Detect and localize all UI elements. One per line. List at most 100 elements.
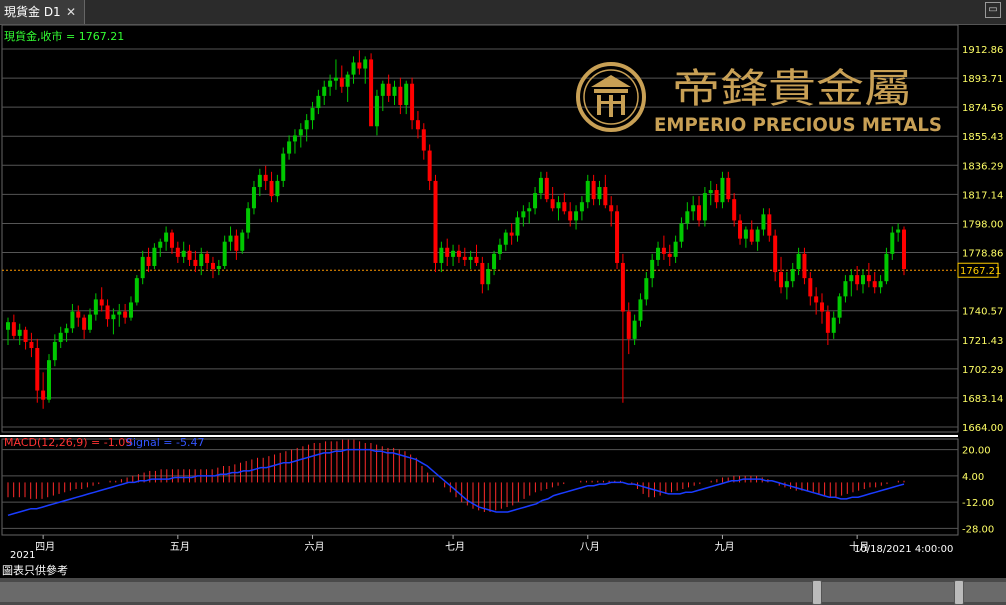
macd-y-tick-label: -28.00	[962, 524, 994, 535]
tab-bar: 現貨金 D1 ✕ ▭	[0, 0, 1006, 25]
tab-chart[interactable]: 現貨金 D1 ✕	[0, 0, 85, 24]
candle-body	[714, 190, 719, 203]
candle-body	[626, 311, 631, 339]
candle-body	[52, 341, 57, 361]
candle-body	[451, 250, 456, 257]
candle-body	[486, 269, 491, 285]
candle-body	[257, 174, 262, 188]
candle-body	[831, 317, 836, 333]
candle-body	[697, 205, 702, 221]
candle-body	[609, 205, 614, 212]
candle-body	[205, 253, 210, 263]
candle-body	[644, 278, 649, 300]
candle-body	[456, 250, 461, 257]
candle-body	[620, 262, 625, 312]
logo-cn: 帝鋒貴金屬	[672, 66, 912, 112]
candle-body	[345, 74, 350, 87]
candle-body	[11, 322, 16, 336]
candle-body	[287, 141, 292, 154]
candle-body	[433, 180, 438, 263]
candle-body	[556, 202, 561, 209]
candle-body	[70, 311, 75, 329]
candle-body	[310, 108, 315, 121]
scrollbar-track[interactable]	[0, 582, 1006, 602]
y-tick-label: 1798.00	[962, 219, 1003, 230]
candle-body	[568, 211, 573, 221]
candle-body	[210, 262, 215, 270]
close-icon[interactable]: ✕	[66, 0, 76, 24]
candle-body	[691, 205, 696, 212]
candle-body	[398, 86, 403, 105]
candle-body	[802, 253, 807, 279]
candle-body	[6, 322, 10, 330]
candle-body	[41, 390, 46, 400]
candle-body	[761, 214, 766, 230]
candle-body	[123, 311, 128, 318]
candle-body	[550, 199, 555, 209]
candle-body	[23, 329, 28, 342]
scroll-handle-right[interactable]	[954, 580, 964, 605]
candle-body	[533, 193, 538, 209]
candle-body	[884, 253, 889, 282]
macd-layer	[7, 439, 905, 517]
candle-body	[292, 135, 297, 142]
candle-body	[99, 299, 104, 306]
candle-body	[544, 177, 549, 200]
scroll-handle-left[interactable]	[812, 580, 822, 605]
maximize-icon[interactable]: ▭	[985, 2, 1001, 18]
candle-body	[146, 256, 151, 266]
candle-body	[404, 83, 409, 105]
candle-body	[187, 250, 192, 260]
candle-body	[374, 95, 379, 127]
candle-body	[796, 253, 801, 270]
candle-body	[462, 256, 467, 260]
candle-body	[263, 174, 268, 181]
candle-body	[732, 199, 737, 221]
y-tick-label: 1855.43	[962, 132, 1003, 143]
candle-body	[281, 153, 286, 181]
candle-body	[76, 311, 81, 318]
candle-body	[468, 256, 473, 260]
current-price-marker: 1767.21	[957, 262, 1001, 278]
candle-body	[380, 83, 385, 96]
x-tick-label: 九月	[714, 541, 734, 553]
y-tick-label: 1912.86	[962, 45, 1003, 56]
y-tick-label: 1817.14	[962, 190, 1003, 201]
candle-body	[726, 177, 731, 200]
candle-body	[861, 275, 866, 285]
candle-body	[579, 202, 584, 212]
candle-body	[105, 305, 110, 320]
candle-body	[656, 247, 661, 260]
candle-body	[117, 311, 122, 315]
price-info-label: 現貨金,收市 = 1767.21	[4, 29, 124, 43]
candle-body	[328, 80, 333, 87]
candle-body	[808, 278, 813, 297]
candle-body	[685, 211, 690, 224]
tab-title: 現貨金 D1	[4, 5, 61, 19]
candle-body	[275, 180, 280, 197]
x-tick-label: 四月	[35, 541, 55, 553]
candle-body	[152, 247, 157, 266]
candle-body	[357, 62, 362, 69]
logo: 帝鋒貴金屬 EMPERIO PRECIOUS METALS	[576, 62, 942, 136]
candle-body	[632, 320, 637, 339]
candle-body	[574, 211, 579, 221]
candle-body	[322, 86, 327, 96]
price-chart[interactable]: 1912.86 1893.71 1874.56 1855.43 1836.29 1817.…	[0, 25, 1006, 582]
candle-body	[773, 235, 778, 273]
candle-body	[597, 187, 602, 200]
candle-body	[667, 253, 672, 257]
candle-body	[269, 180, 274, 197]
chart-scrollbar[interactable]	[0, 578, 1006, 605]
x-tick-label: 五月	[170, 541, 190, 553]
disclaimer: 圖表只供參考	[2, 564, 68, 577]
candle-body	[369, 59, 374, 127]
candle-body	[222, 241, 227, 266]
candle-body	[158, 241, 163, 248]
candle-body	[755, 229, 760, 242]
y-tick-label: 1740.57	[962, 307, 1003, 318]
candle-body	[673, 241, 678, 257]
candle-body	[82, 317, 87, 330]
candle-body	[743, 229, 748, 239]
candle-body	[333, 77, 338, 81]
